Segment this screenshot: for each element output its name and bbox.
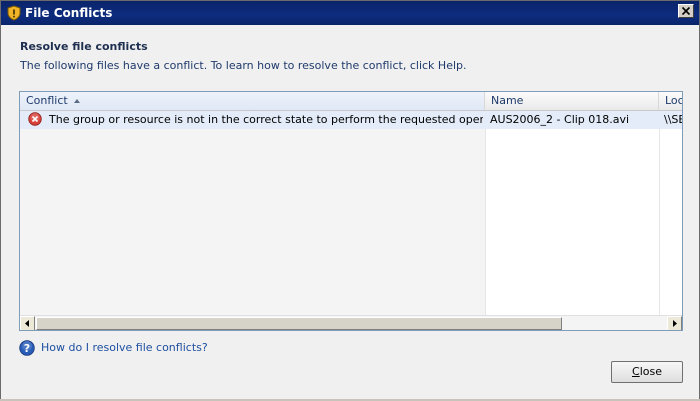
scroll-right-button[interactable] — [667, 316, 682, 330]
column-header-location[interactable]: Loc — [659, 92, 683, 110]
file-conflicts-window: File Conflicts Resolve file conflicts Th… — [0, 0, 700, 401]
cell-location: \\SE — [664, 113, 682, 126]
cell-conflict: The group or resource is not in the corr… — [28, 111, 483, 129]
close-button-mnemonic: C — [632, 365, 640, 378]
dialog-heading: Resolve file conflicts — [20, 40, 148, 53]
list-body: The group or resource is not in the corr… — [20, 111, 682, 315]
column-header-name[interactable]: Name — [485, 92, 659, 110]
close-button[interactable]: Close — [611, 361, 683, 383]
sort-ascending-icon — [73, 99, 80, 103]
horizontal-scrollbar[interactable] — [20, 315, 682, 330]
column-divider — [659, 111, 660, 315]
table-row[interactable]: The group or resource is not in the corr… — [20, 111, 682, 129]
scroll-left-button[interactable] — [20, 316, 35, 330]
column-divider — [485, 111, 486, 315]
list-header: Conflict Name Loc — [20, 92, 682, 111]
window-title: File Conflicts — [25, 6, 113, 20]
close-window-button[interactable] — [678, 4, 694, 18]
title-bar[interactable]: File Conflicts — [1, 1, 699, 25]
help-link[interactable]: How do I resolve file conflicts? — [41, 341, 208, 354]
sorted-column-background — [20, 111, 485, 315]
conflict-text: The group or resource is not in the corr… — [49, 113, 483, 126]
dialog-description: The following files have a conflict. To … — [20, 59, 467, 72]
column-header-location-label: Loc — [665, 94, 683, 107]
arrow-right-icon — [673, 320, 677, 327]
scrollbar-thumb[interactable] — [36, 317, 562, 330]
close-button-label: lose — [639, 365, 662, 378]
error-icon — [28, 112, 42, 126]
cell-name: AUS2006_2 - Clip 018.avi — [490, 113, 630, 126]
arrow-left-icon — [25, 320, 29, 327]
column-header-conflict-label: Conflict — [26, 94, 68, 107]
help-icon[interactable]: ? — [19, 340, 35, 356]
close-icon — [681, 6, 691, 16]
warning-shield-icon — [7, 5, 21, 21]
column-header-conflict[interactable]: Conflict — [20, 92, 485, 110]
conflicts-list[interactable]: Conflict Name Loc The group or resource … — [19, 91, 683, 331]
dialog-content: Resolve file conflicts The following fil… — [1, 25, 699, 400]
svg-text:?: ? — [24, 342, 30, 355]
column-header-name-label: Name — [491, 94, 524, 107]
